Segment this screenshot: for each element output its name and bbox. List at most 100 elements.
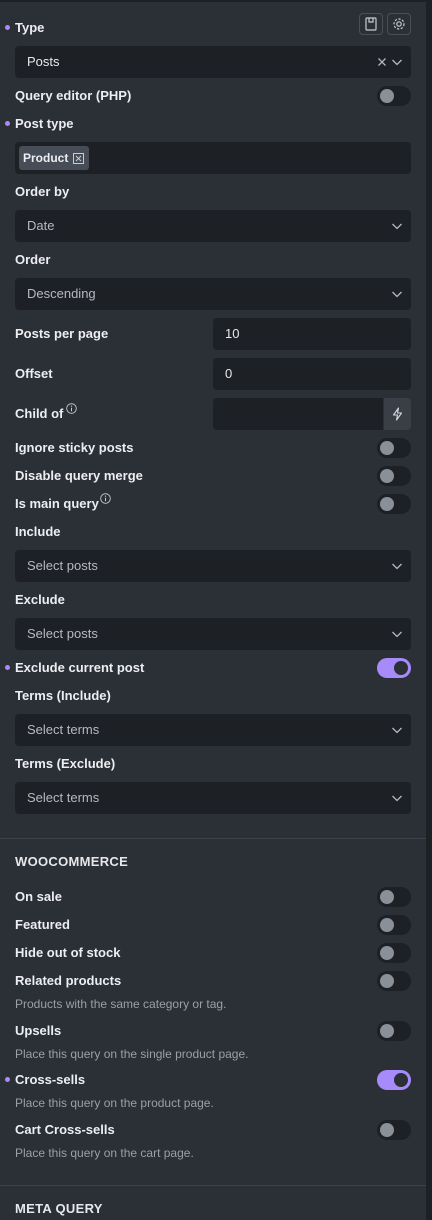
type-select-value: Posts [27,54,60,69]
hide-out-of-stock-toggle[interactable] [377,943,411,963]
toggle-knob [380,441,394,455]
upsells-description: Place this query on the single product p… [15,1047,249,1061]
chevron-down-icon [392,727,402,734]
order-by-select[interactable]: Date [15,210,411,242]
toggle-knob [380,946,394,960]
posts-per-page-input[interactable]: 10 [213,318,411,350]
offset-value: 0 [225,366,233,381]
offset-input[interactable]: 0 [213,358,411,390]
related-products-description: Products with the same category or tag. [15,997,227,1011]
include-placeholder: Select posts [27,558,98,573]
on-sale-toggle[interactable] [377,887,411,907]
exclude-label: Exclude [15,592,65,607]
toggle-knob [394,1073,408,1087]
post-type-label: Post type [15,116,74,131]
gear-icon [393,18,405,30]
toggle-knob [380,497,394,511]
exclude-select[interactable]: Select posts [15,618,411,650]
top-border [0,0,432,2]
offset-label: Offset [15,366,53,381]
changed-indicator-dot [5,665,10,670]
info-icon[interactable] [100,493,111,504]
featured-toggle[interactable] [377,915,411,935]
chevron-down-icon [392,563,402,570]
main-query-toggle[interactable] [377,494,411,514]
upsells-label: Upsells [15,1023,62,1038]
exclude-current-label: Exclude current post [15,660,145,675]
order-label: Order [15,252,51,267]
changed-indicator-dot [5,25,10,30]
order-select[interactable]: Descending [15,278,411,310]
toggle-knob [380,918,394,932]
tag-remove-icon[interactable] [73,153,84,164]
type-label: Type [15,20,45,35]
toggle-knob [380,1123,394,1137]
type-select[interactable]: Posts [15,46,411,78]
exclude-placeholder: Select posts [27,626,98,641]
dynamic-data-button[interactable] [384,398,411,430]
chevron-down-icon [392,795,402,802]
toggle-knob [380,469,394,483]
child-of-label: Child of [15,406,64,421]
include-label: Include [15,524,61,539]
cart-cross-sells-description: Place this query on the cart page. [15,1146,194,1160]
toggle-knob [394,661,408,675]
save-template-icon [365,17,377,31]
terms-include-select[interactable]: Select terms [15,714,411,746]
toggle-knob [380,89,394,103]
terms-exclude-select[interactable]: Select terms [15,782,411,814]
disable-merge-toggle[interactable] [377,466,411,486]
toggle-knob [380,1024,394,1038]
posts-per-page-label: Posts per page [15,326,109,341]
toggle-knob [380,890,394,904]
query-controls-panel: Type Posts Query editor (PHP) Post type … [0,0,432,1220]
settings-button[interactable] [387,13,411,35]
cart-cross-sells-toggle[interactable] [377,1120,411,1140]
info-icon[interactable] [66,403,77,414]
changed-indicator-dot [5,121,10,126]
meta-query-section-title[interactable]: META QUERY [15,1201,103,1216]
cross-sells-label: Cross-sells [15,1072,86,1087]
panel-edge [426,0,432,1220]
related-products-label: Related products [15,973,122,988]
woocommerce-section-title[interactable]: WOOCOMMERCE [15,854,128,869]
section-divider [0,1185,426,1186]
close-icon[interactable] [376,56,388,68]
order-value: Descending [27,286,96,301]
hide-out-of-stock-label: Hide out of stock [15,945,121,960]
exclude-current-toggle[interactable] [377,658,411,678]
chevron-down-icon [392,291,402,298]
chevron-down-icon [392,59,402,66]
ignore-sticky-label: Ignore sticky posts [15,440,134,455]
disable-merge-label: Disable query merge [15,468,143,483]
changed-indicator-dot [5,1077,10,1082]
post-type-tag: Product [19,146,89,170]
section-divider [0,838,426,839]
post-type-multiselect[interactable]: Product [15,142,411,174]
toggle-knob [380,974,394,988]
order-by-value: Date [27,218,55,233]
cart-cross-sells-label: Cart Cross-sells [15,1122,115,1137]
posts-per-page-value: 10 [225,326,240,341]
include-select[interactable]: Select posts [15,550,411,582]
chevron-down-icon [392,223,402,230]
terms-exclude-label: Terms (Exclude) [15,756,116,771]
terms-exclude-placeholder: Select terms [27,790,100,805]
main-query-label: Is main query [15,496,99,511]
cross-sells-toggle[interactable] [377,1070,411,1090]
save-template-button[interactable] [359,13,383,35]
query-editor-toggle[interactable] [377,86,411,106]
terms-include-placeholder: Select terms [27,722,100,737]
terms-include-label: Terms (Include) [15,688,111,703]
post-type-tag-label: Product [23,151,69,165]
chevron-down-icon [392,631,402,638]
on-sale-label: On sale [15,889,62,904]
query-editor-label: Query editor (PHP) [15,88,132,103]
upsells-toggle[interactable] [377,1021,411,1041]
cross-sells-description: Place this query on the product page. [15,1096,214,1110]
bolt-icon [392,407,403,421]
related-products-toggle[interactable] [377,971,411,991]
featured-label: Featured [15,917,70,932]
child-of-input[interactable] [213,398,383,430]
ignore-sticky-toggle[interactable] [377,438,411,458]
